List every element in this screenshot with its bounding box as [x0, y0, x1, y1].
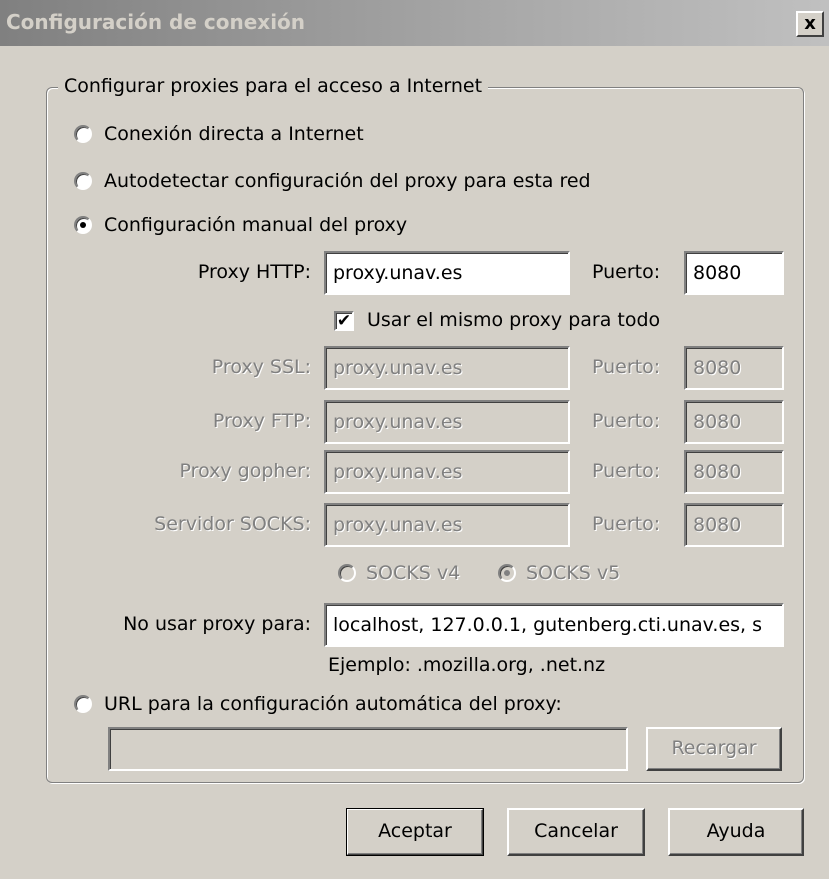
title-bar: Configuración de conexión x — [0, 0, 829, 46]
ftp-port-input[interactable]: 8080 — [684, 400, 784, 444]
socks-v5-label: SOCKS v5 — [526, 562, 621, 584]
no-proxy-input[interactable]: localhost, 127.0.0.1, gutenberg.cti.unav… — [324, 603, 784, 647]
help-button[interactable]: Ayuda — [668, 808, 804, 856]
same-proxy-checkbox[interactable]: ✔ — [334, 311, 354, 331]
radio-auto-config-url[interactable]: URL para la configuración automática del… — [74, 693, 562, 715]
radio-button[interactable] — [74, 125, 92, 143]
cancel-button[interactable]: Cancelar — [507, 808, 645, 856]
socks-server-label: Servidor SOCKS: — [154, 513, 311, 535]
http-port-label: Puerto: — [592, 261, 661, 283]
window-title: Configuración de conexión — [6, 10, 306, 34]
close-icon: x — [804, 13, 816, 34]
radio-direct-connection[interactable]: Conexión directa a Internet — [74, 123, 364, 145]
radio-manual-label: Configuración manual del proxy — [104, 214, 408, 236]
radio-autodetect-label: Autodetectar configuración del proxy par… — [104, 170, 591, 192]
radio-button-checked[interactable] — [74, 216, 92, 234]
ftp-port-label: Puerto: — [592, 410, 661, 432]
no-proxy-example: Ejemplo: .mozilla.org, .net.nz — [328, 654, 606, 676]
http-proxy-label: Proxy HTTP: — [197, 261, 311, 283]
radio-button-checked[interactable] — [498, 564, 516, 582]
radio-button[interactable] — [74, 172, 92, 190]
radio-autodetect[interactable]: Autodetectar configuración del proxy par… — [74, 170, 591, 192]
gopher-proxy-input[interactable]: proxy.unav.es — [324, 450, 570, 494]
ssl-proxy-input[interactable]: proxy.unav.es — [324, 346, 570, 390]
radio-direct-label: Conexión directa a Internet — [104, 123, 364, 145]
socks-server-input[interactable]: proxy.unav.es — [324, 503, 570, 547]
auto-config-url-input[interactable] — [108, 727, 628, 771]
ssl-port-input[interactable]: 8080 — [684, 346, 784, 390]
radio-manual-proxy[interactable]: Configuración manual del proxy — [74, 214, 407, 236]
radio-auto-url-label: URL para la configuración automática del… — [104, 693, 562, 715]
no-proxy-label: No usar proxy para: — [123, 613, 311, 635]
socks-v4-label: SOCKS v4 — [366, 562, 461, 584]
ssl-proxy-label: Proxy SSL: — [211, 356, 311, 378]
close-button[interactable]: x — [796, 11, 824, 37]
gopher-port-input[interactable]: 8080 — [684, 450, 784, 494]
radio-button[interactable] — [74, 695, 92, 713]
gopher-port-label: Puerto: — [592, 460, 661, 482]
radio-socks-v5[interactable]: SOCKS v5 — [498, 562, 620, 584]
socks-port-input[interactable]: 8080 — [684, 503, 784, 547]
http-proxy-input[interactable]: proxy.unav.es — [324, 251, 570, 295]
socks-port-label: Puerto: — [592, 513, 661, 535]
gopher-proxy-label: Proxy gopher: — [179, 460, 311, 482]
ftp-proxy-input[interactable]: proxy.unav.es — [324, 400, 570, 444]
ok-button[interactable]: Aceptar — [346, 808, 484, 856]
http-port-input[interactable]: 8080 — [684, 251, 784, 295]
ftp-proxy-label: Proxy FTP: — [212, 410, 311, 432]
reload-button[interactable]: Recargar — [646, 727, 782, 771]
ssl-port-label: Puerto: — [592, 356, 661, 378]
radio-button[interactable] — [338, 564, 356, 582]
same-proxy-label: Usar el mismo proxy para todo — [367, 309, 661, 331]
group-legend: Configurar proxies para el acceso a Inte… — [58, 75, 489, 97]
radio-socks-v4[interactable]: SOCKS v4 — [338, 562, 460, 584]
checkmark-icon: ✔ — [336, 311, 352, 331]
